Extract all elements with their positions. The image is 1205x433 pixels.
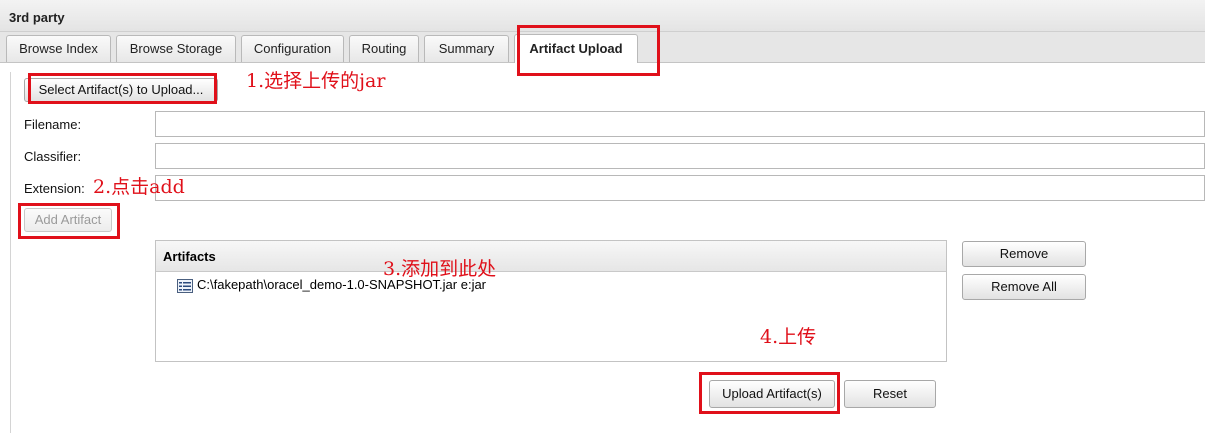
tab-configuration[interactable]: Configuration xyxy=(241,35,344,62)
classifier-field[interactable] xyxy=(155,143,1205,169)
filename-field[interactable] xyxy=(155,111,1205,137)
annotation-box-add xyxy=(18,203,120,239)
annotation-box-tab xyxy=(517,25,660,76)
extension-field[interactable] xyxy=(155,175,1205,201)
artifacts-grid: Artifacts C:\fakepath\oracel_demo-1.0-SN… xyxy=(155,240,947,362)
annotation-box-upload xyxy=(699,372,840,414)
extension-label: Extension: xyxy=(24,181,85,196)
file-list-icon xyxy=(177,278,193,294)
annotation-step2: 2.点击add xyxy=(93,176,185,198)
filename-label: Filename: xyxy=(24,117,82,132)
tab-summary[interactable]: Summary xyxy=(424,35,509,62)
tab-browse-index[interactable]: Browse Index xyxy=(6,35,111,62)
remove-button[interactable]: Remove xyxy=(962,241,1086,267)
annotation-box-select xyxy=(28,73,217,104)
artifacts-grid-header: Artifacts xyxy=(156,241,946,272)
remove-all-button[interactable]: Remove All xyxy=(962,274,1086,300)
reset-button[interactable]: Reset xyxy=(844,380,936,408)
panel-title: 3rd party xyxy=(9,10,65,25)
tab-browse-storage[interactable]: Browse Storage xyxy=(116,35,236,62)
annotation-step4: 4.上传 xyxy=(760,326,817,348)
classifier-label: Classifier: xyxy=(24,149,82,164)
tab-routing[interactable]: Routing xyxy=(349,35,419,62)
annotation-step1: 1.选择上传的jar xyxy=(246,70,386,92)
annotation-step3: 3.添加到此处 xyxy=(383,258,497,280)
